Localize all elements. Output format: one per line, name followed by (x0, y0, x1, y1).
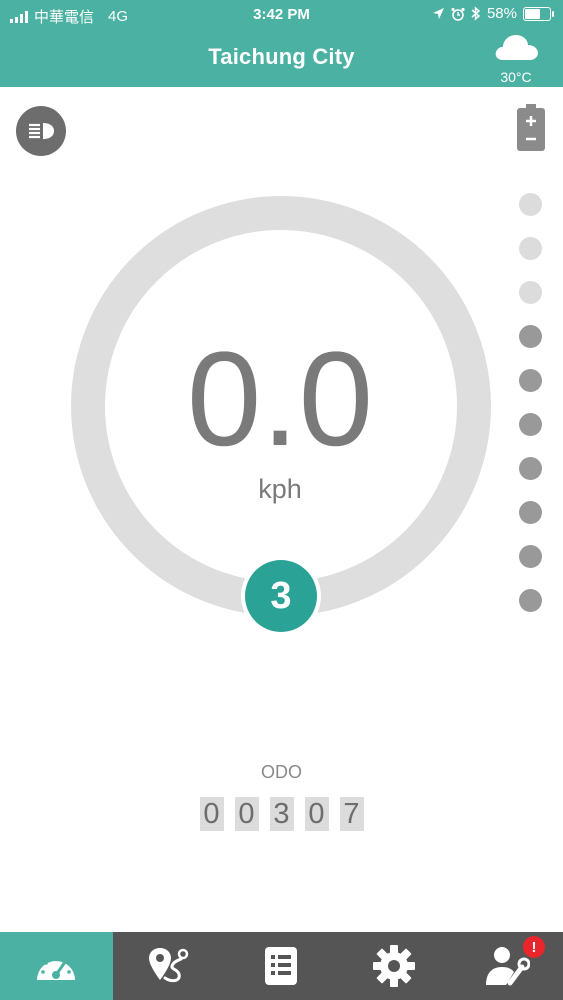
assist-level-dot (519, 237, 542, 260)
odo-digit: 0 (304, 797, 329, 831)
list-document-icon (265, 947, 298, 985)
bottom-tab-bar: ! (0, 932, 563, 1000)
gear-value: 3 (245, 560, 317, 632)
assist-level-dot (519, 589, 542, 612)
tab-dashboard[interactable] (0, 932, 113, 1000)
tab-route[interactable] (113, 932, 226, 1000)
odometer: 0 0 3 0 7 (0, 797, 563, 831)
assist-level-dot (519, 193, 542, 216)
odo-digit: 0 (234, 797, 259, 831)
speed-unit: kph (258, 474, 302, 504)
map-pin-route-icon (148, 948, 189, 983)
assist-level-dot (519, 413, 542, 436)
assist-level-indicator (519, 193, 543, 633)
assist-level-dot (519, 369, 542, 392)
tab-settings[interactable] (338, 932, 451, 1000)
speed-value: 0.0 (186, 325, 374, 474)
notification-badge: ! (522, 936, 545, 958)
speedometer-icon (37, 956, 76, 980)
user-wrench-icon (485, 947, 530, 986)
odo-digit: 7 (339, 797, 364, 831)
odo-label: ODO (260, 762, 302, 782)
assist-level-dot (519, 501, 542, 524)
tab-records[interactable] (225, 932, 338, 1000)
gear-indicator: 3 (241, 556, 321, 636)
tab-service[interactable]: ! (450, 932, 563, 1000)
assist-level-dot (519, 545, 542, 568)
gear-icon (373, 945, 416, 987)
assist-level-dot (519, 281, 542, 304)
assist-level-dot (519, 325, 542, 348)
odo-digit: 3 (269, 797, 294, 831)
assist-level-dot (519, 457, 542, 480)
odo-digit: 0 (199, 797, 224, 831)
